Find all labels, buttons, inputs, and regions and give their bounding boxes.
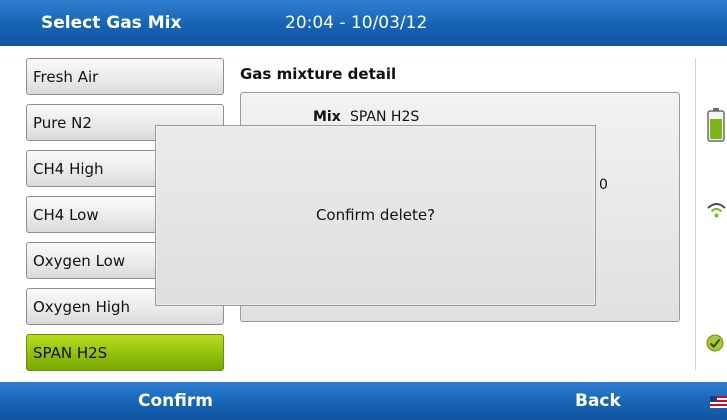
mix-item-fresh-air[interactable]: Fresh Air — [26, 58, 224, 95]
mix-item-span-h2s[interactable]: SPAN H2S — [26, 334, 224, 371]
side-divider — [695, 58, 696, 370]
softkey-bar: Confirm Back — [0, 382, 727, 420]
main-area: Fresh Air Pure N2 CH4 High CH4 Low Oxyge… — [0, 46, 727, 382]
detail-header: Gas mixture detail — [240, 65, 397, 83]
battery-icon — [707, 108, 725, 142]
wifi-icon — [707, 203, 726, 218]
detail-partial-value: 0 — [599, 177, 608, 193]
back-button[interactable]: Back — [575, 391, 621, 411]
confirm-delete-dialog: Confirm delete? — [155, 125, 596, 306]
confirm-button[interactable]: Confirm — [138, 391, 213, 411]
datetime: 20:04 - 10/03/12 — [285, 13, 428, 33]
screen-title: Select Gas Mix — [41, 13, 182, 33]
us-flag-icon — [710, 396, 727, 408]
detail-mix-value: SPAN H2S — [350, 109, 420, 125]
title-bar: Select Gas Mix 20:04 - 10/03/12 — [0, 0, 727, 46]
detail-mix-label: Mix — [313, 109, 341, 125]
dialog-message: Confirm delete? — [315, 206, 436, 224]
check-icon — [706, 334, 724, 352]
